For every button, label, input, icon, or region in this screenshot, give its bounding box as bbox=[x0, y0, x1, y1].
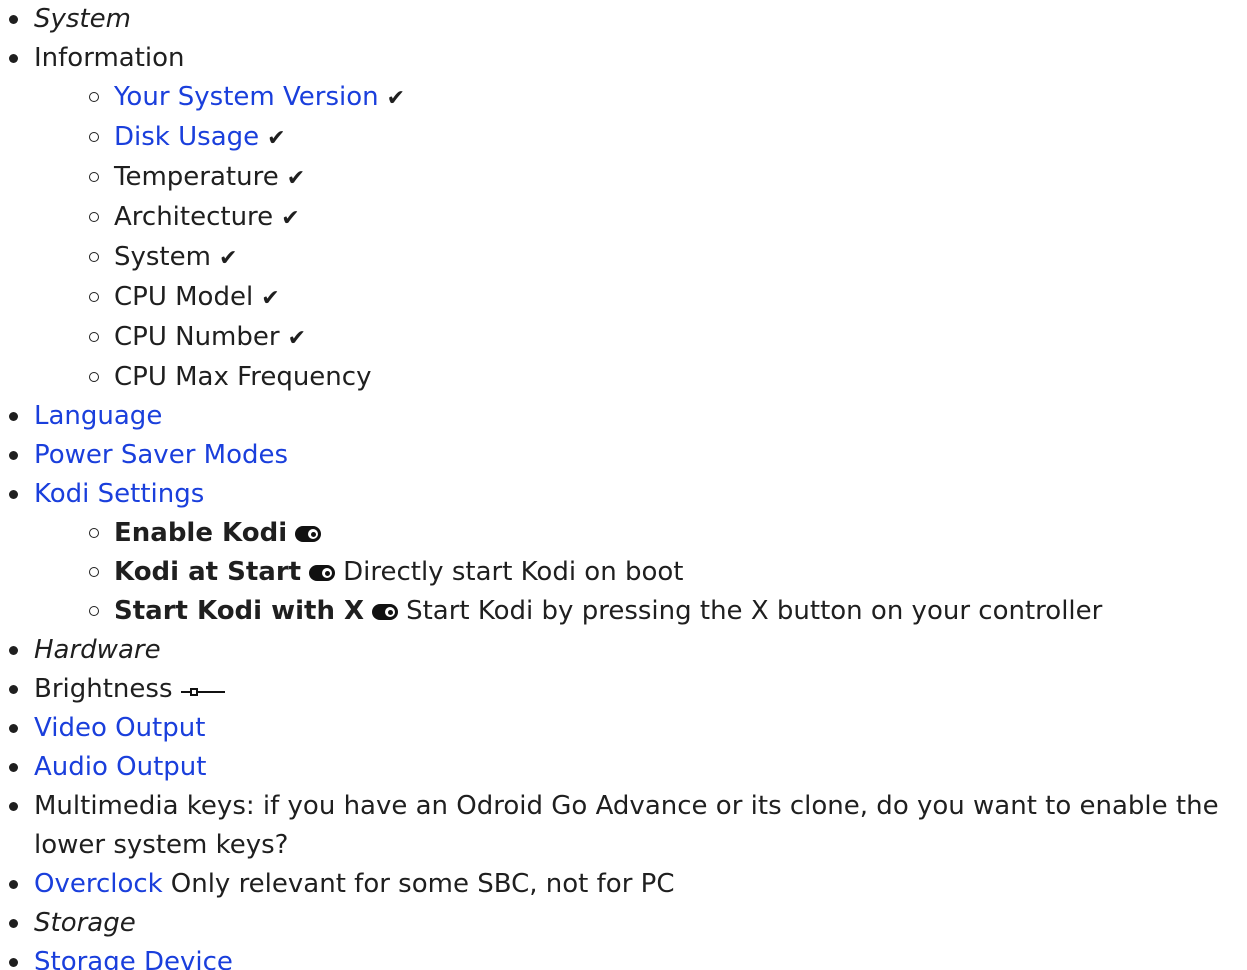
kodi-at-start-label: Kodi at Start bbox=[114, 557, 302, 587]
bullet bbox=[9, 958, 18, 967]
overclock-link[interactable]: Overclock bbox=[34, 869, 163, 899]
slider-track bbox=[180, 691, 225, 693]
audio-output-link[interactable]: Audio Output bbox=[34, 752, 206, 782]
section-header-system: System bbox=[34, 4, 131, 34]
cpu-model-label: CPU Model bbox=[114, 282, 254, 312]
toggle-icon[interactable] bbox=[295, 526, 322, 542]
language-link[interactable]: Language bbox=[34, 401, 162, 431]
sub-bullet bbox=[89, 172, 99, 182]
sub-item-cpu-max-frequency: CPU Max Frequency bbox=[80, 358, 1247, 397]
bullet bbox=[9, 412, 18, 421]
bullet bbox=[9, 919, 18, 928]
list-item-overclock: Overclock Only relevant for some SBC, not… bbox=[0, 865, 1247, 904]
bullet bbox=[9, 880, 18, 889]
sub-item-cpu-number: CPU Number ✔ bbox=[80, 318, 1247, 358]
bullet bbox=[9, 15, 18, 24]
enable-kodi-label: Enable Kodi bbox=[114, 518, 288, 548]
bullet bbox=[9, 646, 18, 655]
bullet bbox=[9, 763, 18, 772]
slider-thumb[interactable] bbox=[189, 688, 198, 696]
sub-bullet bbox=[89, 606, 99, 616]
system-label: System bbox=[114, 242, 211, 272]
multimedia-keys-text: Multimedia keys: if you have an Odroid G… bbox=[34, 791, 1219, 860]
sub-item-kodi-at-start: Kodi at Start Directly start Kodi on boot bbox=[80, 553, 1247, 592]
information-label: Information bbox=[34, 43, 185, 73]
bullet bbox=[9, 685, 18, 694]
kodi-sublist: Enable Kodi Kodi at Start Directly start … bbox=[0, 514, 1247, 631]
list-item-hardware-header: Hardware bbox=[0, 631, 1247, 670]
sub-bullet bbox=[89, 92, 99, 102]
sub-bullet bbox=[89, 132, 99, 142]
sub-item-disk-usage: Disk Usage ✔ bbox=[80, 118, 1247, 158]
architecture-label: Architecture bbox=[114, 202, 274, 232]
cpu-number-label: CPU Number bbox=[114, 322, 280, 352]
list-item-power-saver-modes: Power Saver Modes bbox=[0, 436, 1247, 475]
sub-bullet bbox=[89, 567, 99, 577]
kodi-at-start-description: Directly start Kodi on boot bbox=[343, 557, 684, 587]
bullet bbox=[9, 54, 18, 63]
list-item-audio-output: Audio Output bbox=[0, 748, 1247, 787]
sub-bullet bbox=[89, 252, 99, 262]
disk-usage-link[interactable]: Disk Usage bbox=[114, 122, 259, 152]
sub-bullet bbox=[89, 292, 99, 302]
kodi-sublist-container: Enable Kodi Kodi at Start Directly start … bbox=[0, 514, 1247, 631]
check-icon: ✔ bbox=[281, 206, 300, 231]
list-item-storage-device: Storage Device bbox=[0, 943, 1247, 970]
check-icon: ✔ bbox=[267, 126, 286, 151]
bullet bbox=[9, 802, 18, 811]
list-item-information: Information bbox=[0, 39, 1247, 78]
bullet bbox=[9, 724, 18, 733]
sub-item-architecture: Architecture ✔ bbox=[80, 198, 1247, 238]
slider-icon[interactable] bbox=[180, 685, 225, 697]
start-kodi-with-x-label: Start Kodi with X bbox=[114, 596, 365, 626]
sub-bullet bbox=[89, 332, 99, 342]
sub-item-cpu-model: CPU Model ✔ bbox=[80, 278, 1247, 318]
list-item-multimedia-keys: Multimedia keys: if you have an Odroid G… bbox=[0, 787, 1224, 865]
toggle-icon[interactable] bbox=[372, 604, 399, 620]
check-icon: ✔ bbox=[287, 326, 307, 351]
storage-device-link[interactable]: Storage Device bbox=[34, 947, 233, 970]
information-sublist-container: Your System Version ✔ Disk Usage ✔ Tempera… bbox=[0, 78, 1247, 397]
list-item-language: Language bbox=[0, 397, 1247, 436]
list-item-video-output: Video Output bbox=[0, 709, 1247, 748]
kodi-settings-link[interactable]: Kodi Settings bbox=[34, 479, 204, 509]
settings-list: System Information Your System Version ✔ … bbox=[0, 0, 1247, 970]
section-header-storage: Storage bbox=[34, 908, 136, 938]
brightness-label: Brightness bbox=[34, 674, 173, 704]
sub-item-start-kodi-with-x: Start Kodi with X Start Kodi by pressing … bbox=[80, 592, 1247, 631]
sub-bullet bbox=[89, 212, 99, 222]
sub-bullet bbox=[89, 528, 99, 538]
power-saver-modes-link[interactable]: Power Saver Modes bbox=[34, 440, 288, 470]
section-header-hardware: Hardware bbox=[34, 635, 161, 665]
start-kodi-with-x-description: Start Kodi by pressing the X button on y… bbox=[406, 596, 1103, 626]
sub-item-system: System ✔ bbox=[80, 238, 1247, 278]
information-sublist: Your System Version ✔ Disk Usage ✔ Tempera… bbox=[0, 78, 1247, 397]
sub-item-your-system-version: Your System Version ✔ bbox=[80, 78, 1247, 118]
list-item-system-header: System bbox=[0, 0, 1247, 39]
list-item-storage-header: Storage bbox=[0, 904, 1247, 943]
bullet bbox=[9, 490, 18, 499]
toggle-icon[interactable] bbox=[309, 565, 336, 581]
video-output-link[interactable]: Video Output bbox=[34, 713, 205, 743]
check-icon: ✔ bbox=[261, 286, 280, 311]
settings-doc-page: System Information Your System Version ✔ … bbox=[0, 0, 1247, 970]
sub-item-temperature: Temperature ✔ bbox=[80, 158, 1247, 198]
temperature-label: Temperature bbox=[114, 162, 279, 192]
check-icon: ✔ bbox=[218, 246, 238, 271]
cpu-max-frequency-label: CPU Max Frequency bbox=[114, 362, 372, 392]
sub-item-enable-kodi: Enable Kodi bbox=[80, 514, 1247, 553]
list-item-brightness: Brightness bbox=[0, 670, 1247, 709]
check-icon: ✔ bbox=[286, 166, 306, 191]
overclock-description: Only relevant for some SBC, not for PC bbox=[170, 869, 675, 899]
your-system-version-link[interactable]: Your System Version bbox=[114, 82, 379, 112]
check-icon: ✔ bbox=[386, 86, 406, 111]
list-item-kodi-settings: Kodi Settings bbox=[0, 475, 1247, 514]
sub-bullet bbox=[89, 372, 99, 382]
bullet bbox=[9, 451, 18, 460]
